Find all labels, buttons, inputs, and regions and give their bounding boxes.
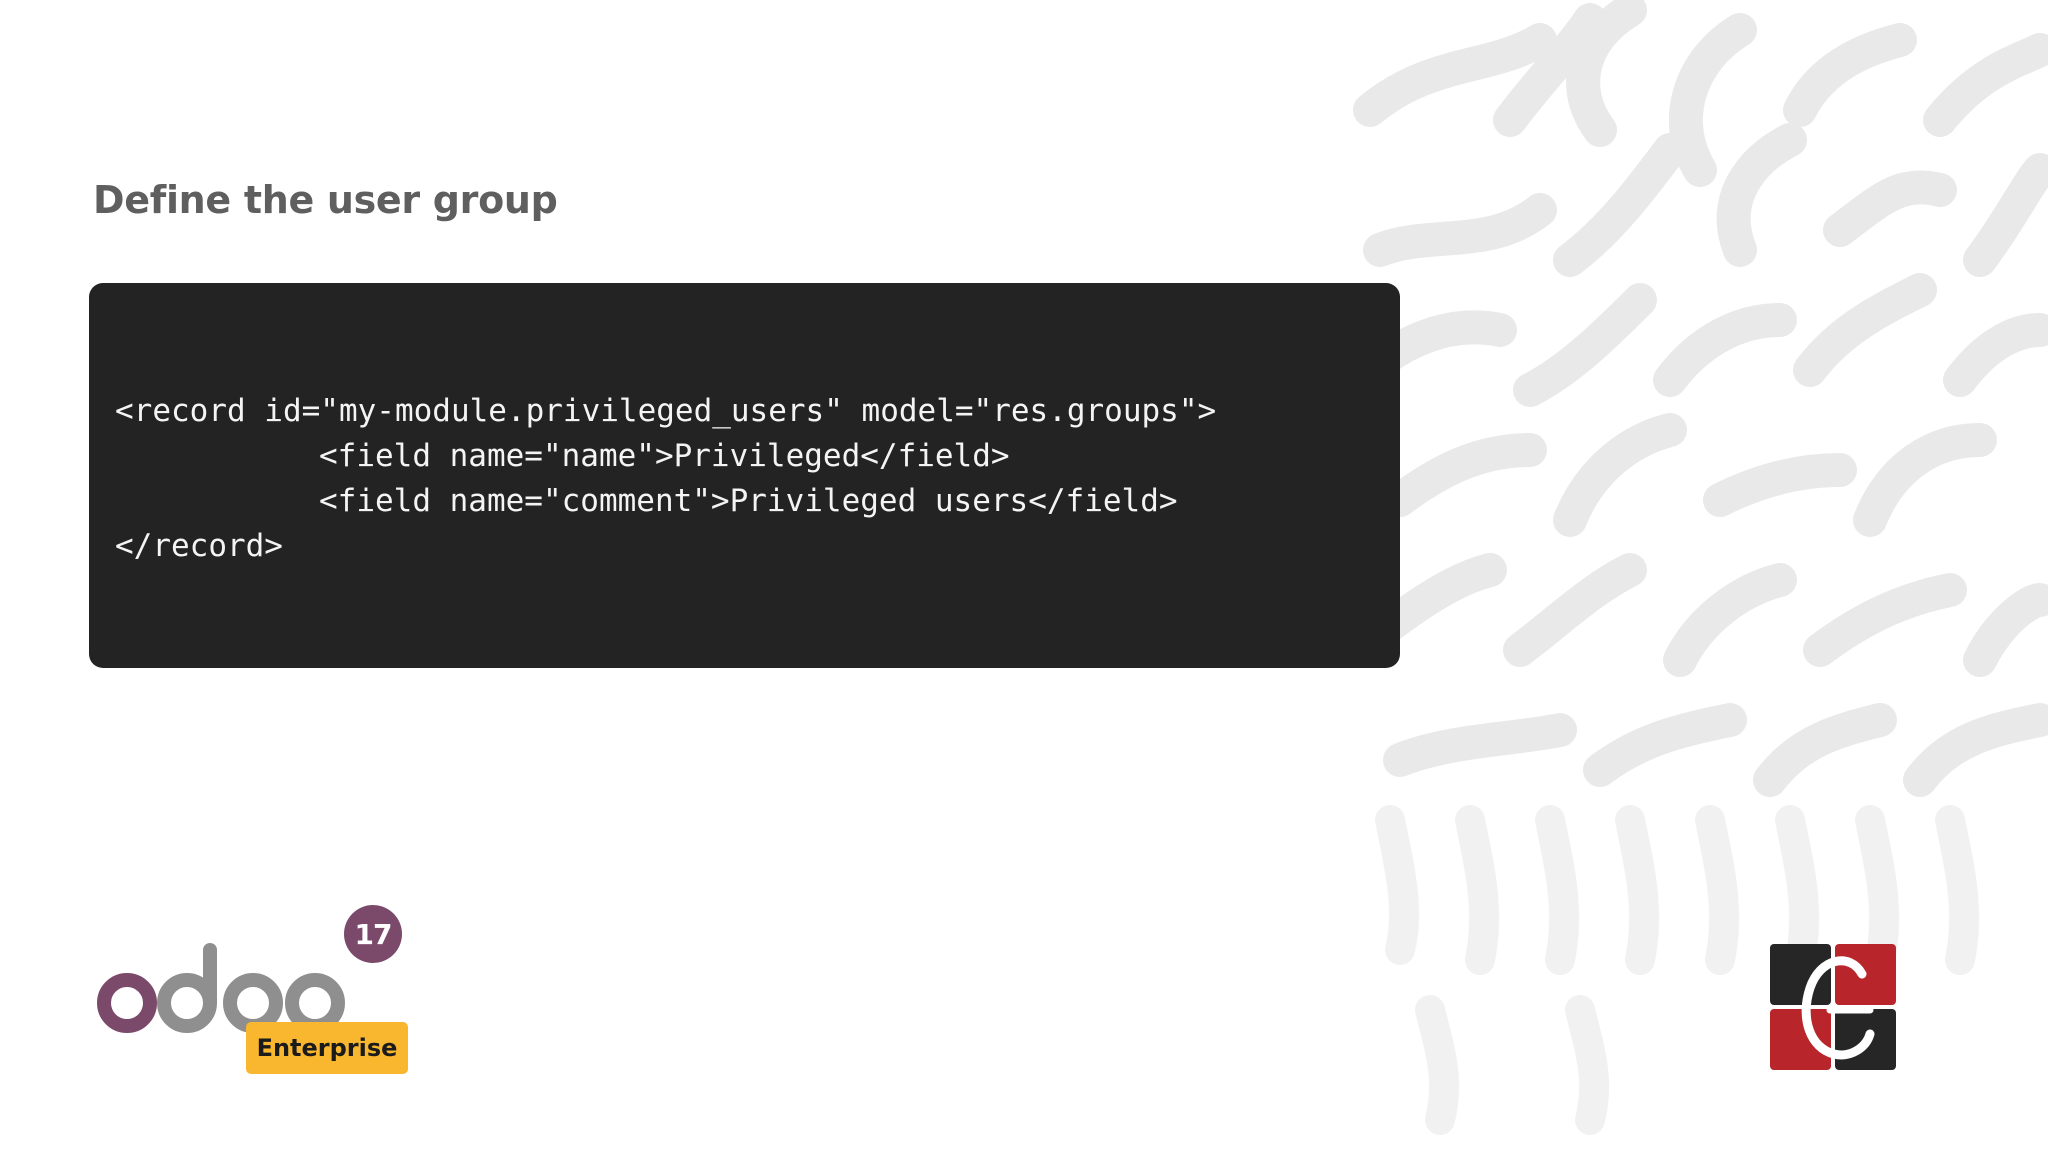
background-squiggle-pattern <box>1343 0 2048 1135</box>
version-badge: 17 <box>344 905 402 963</box>
odoo-logo: 17 Enterprise <box>95 905 415 1075</box>
slide-title: Define the user group <box>93 178 558 222</box>
code-block: <record id="my-module.privileged_users" … <box>89 283 1400 668</box>
code-line: <record id="my-module.privileged_users" … <box>115 393 1217 429</box>
code-line: </record> <box>115 528 283 564</box>
code-line: <field name="comment">Privileged users</… <box>319 483 1178 519</box>
code-line: <field name="name">Privileged</field> <box>319 438 1010 474</box>
company-logo-icon <box>1770 944 1896 1070</box>
edition-badge: Enterprise <box>246 1022 408 1074</box>
